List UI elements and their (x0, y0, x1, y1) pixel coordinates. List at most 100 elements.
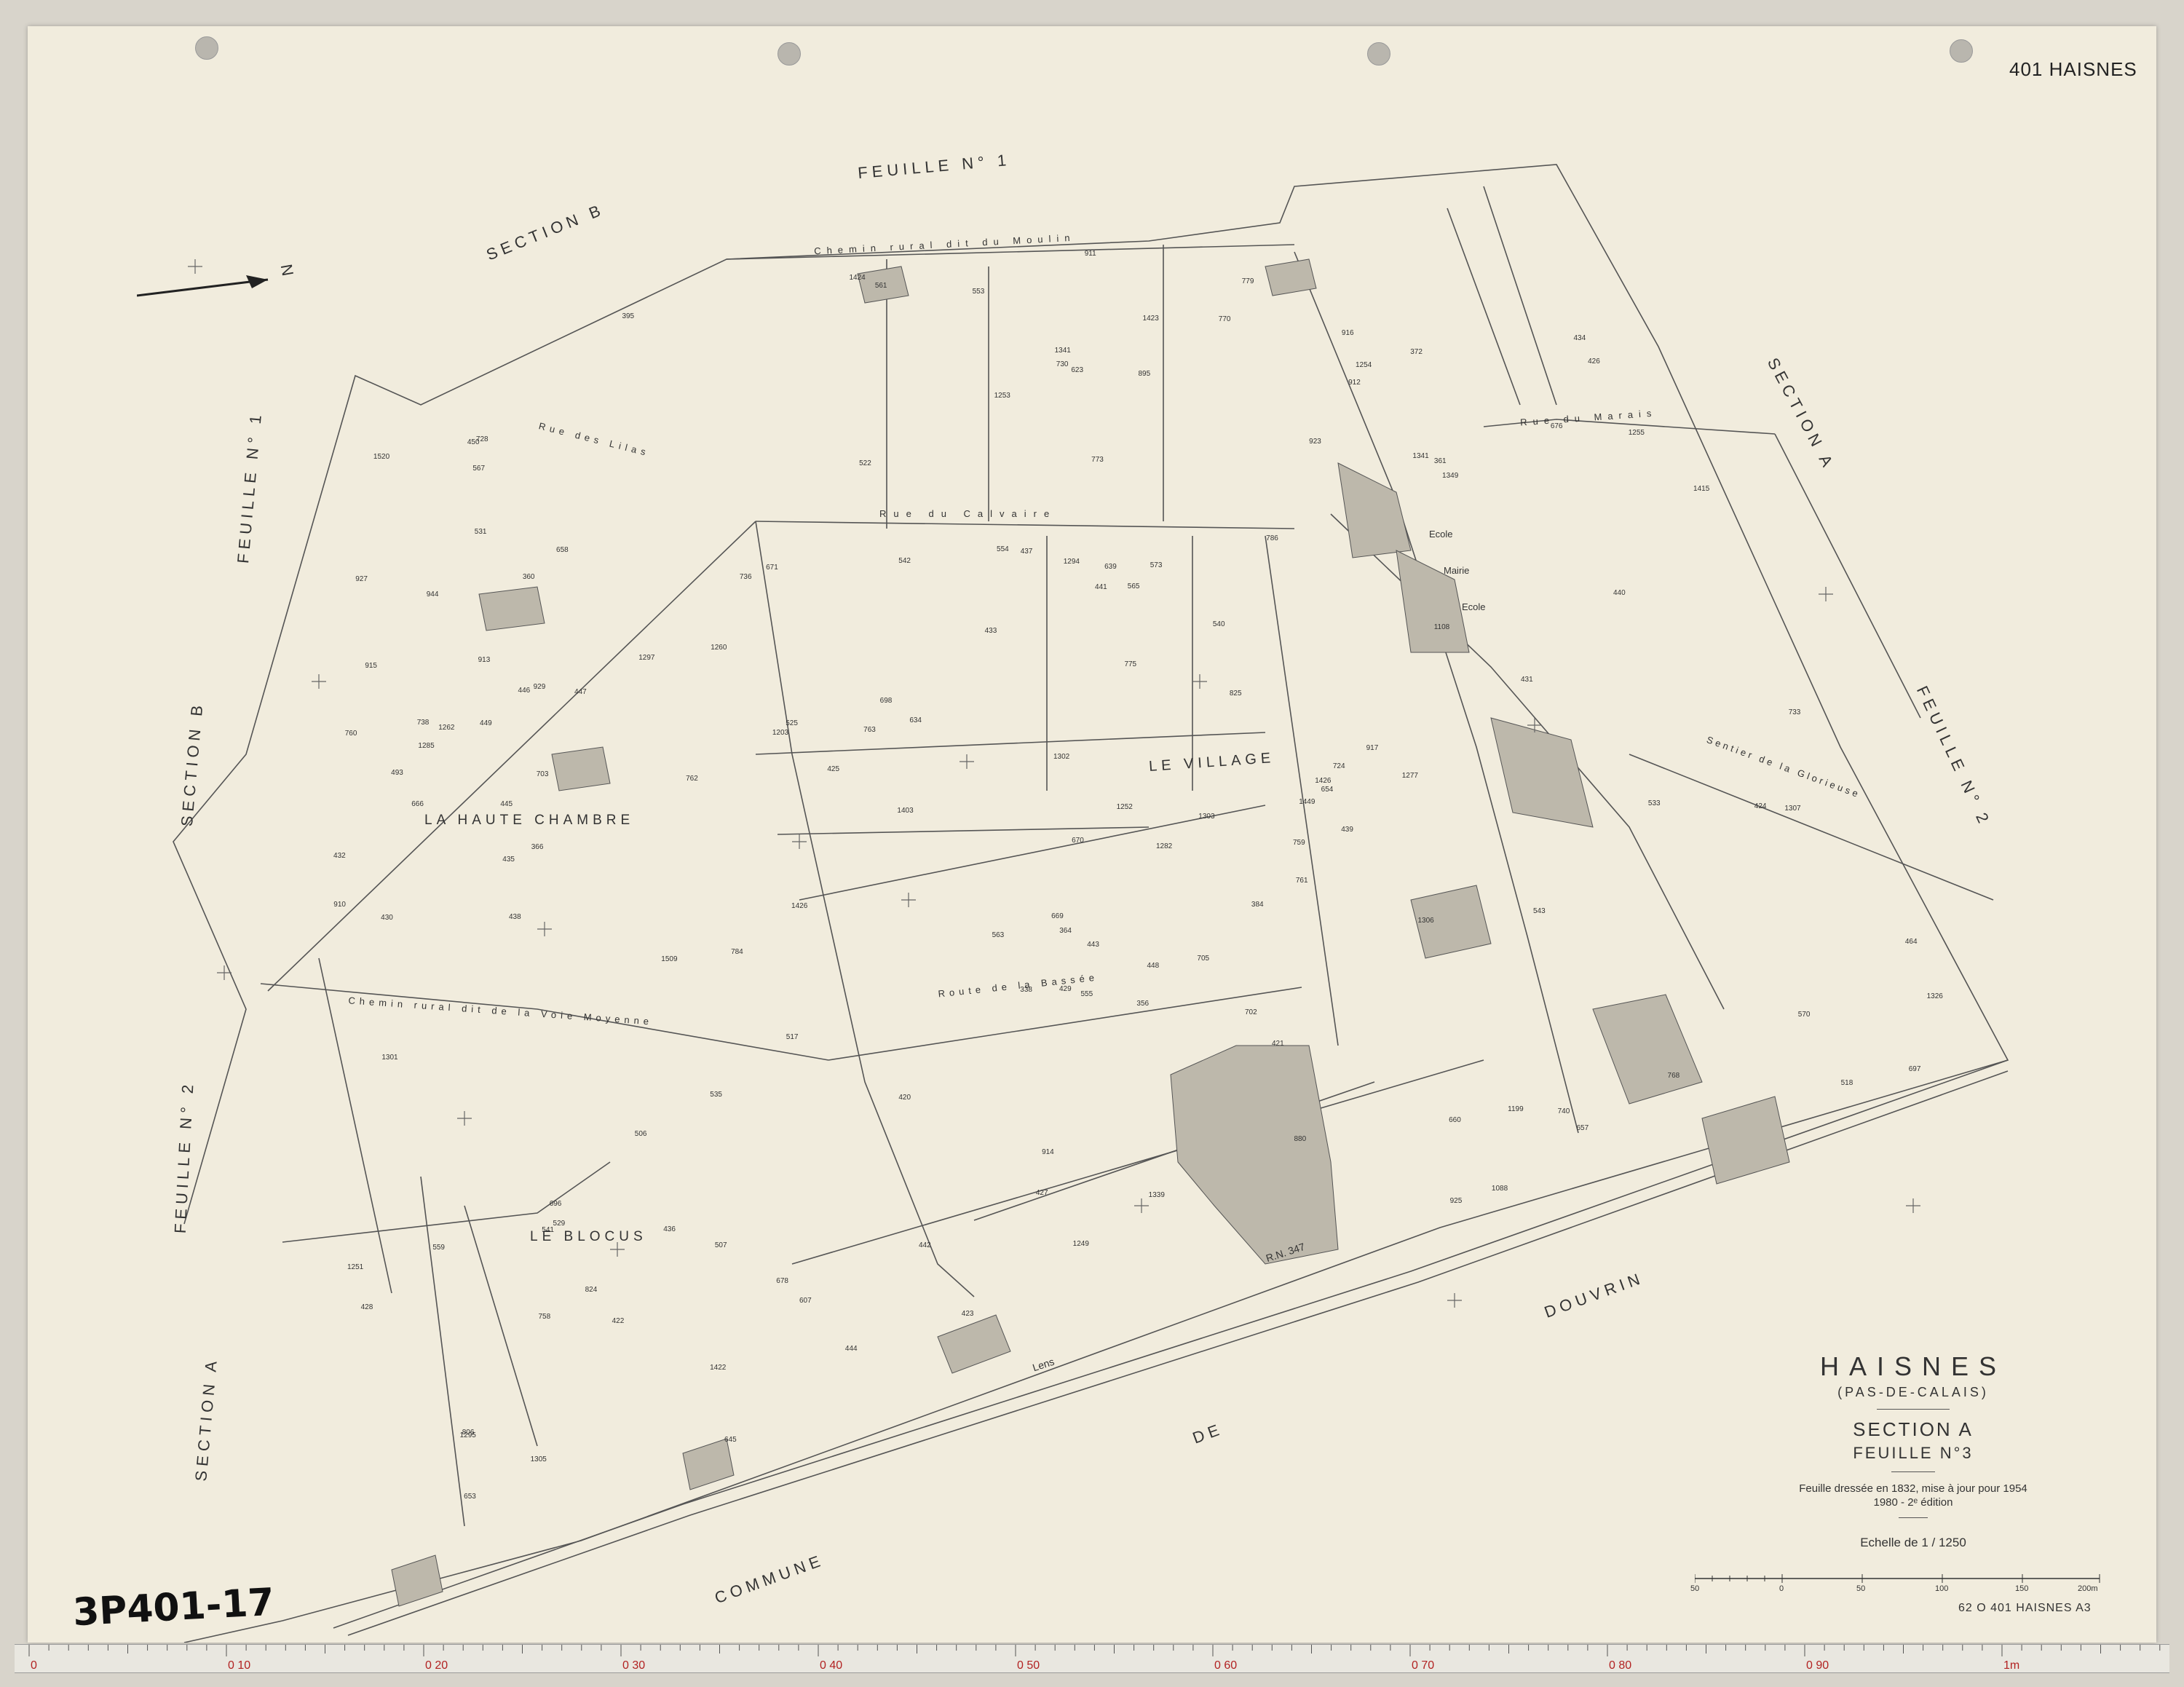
parcel-number: 1254 (1356, 360, 1372, 369)
commune-title: HAISNES (1819, 1351, 2007, 1381)
parcel-number: 911 (1084, 249, 1096, 258)
parcel-number: 944 (426, 590, 439, 599)
ruler-label: 0 60 (1214, 1659, 1237, 1672)
building-block (1337, 462, 1412, 558)
parcel-number: 927 (355, 574, 368, 583)
parcel-number: 670 (1072, 836, 1084, 845)
place-la-haute-chambre: LA HAUTE CHAMBRE (424, 813, 635, 828)
ruler-label: 1m (2003, 1659, 2019, 1672)
parcel-number: 433 (984, 627, 997, 636)
parcel-number: 356 (1136, 1000, 1150, 1008)
parcel-number: 1282 (1156, 842, 1173, 851)
scale-tick: 200m (2078, 1584, 2098, 1593)
parcel-number: 669 (1051, 912, 1064, 921)
parcel-number: 427 (1035, 1188, 1048, 1197)
parcel-number: 563 (992, 931, 1005, 940)
parcel-number: 660 (1449, 1115, 1461, 1124)
parcel-number: 915 (365, 662, 377, 671)
parcel-number: 364 (1059, 926, 1072, 935)
edition-note: Feuille dressée en 1832, mise à jour pou… (1799, 1482, 2027, 1495)
parcel-number: 1509 (661, 955, 678, 964)
parcel-number: 561 (874, 281, 887, 290)
ruler-label: 0 20 (425, 1659, 448, 1672)
parcel-number: 736 (739, 572, 752, 581)
parcel-number: 559 (432, 1243, 445, 1252)
sheet-id: 401 HAISNES (2009, 58, 2137, 80)
parcel-number: 360 (522, 573, 535, 582)
parcel-number: 762 (686, 775, 698, 783)
ruler-label: 0 70 (1412, 1659, 1434, 1672)
parcel-number: 435 (502, 855, 515, 864)
building-block (1701, 1096, 1790, 1185)
parcel-number: 518 (1840, 1078, 1853, 1087)
parcel-number: 1423 (1142, 315, 1159, 323)
parcel-number: 770 (1218, 315, 1231, 324)
ruler-label: 0 80 (1609, 1659, 1631, 1672)
parcel-number: 423 (961, 1309, 974, 1318)
parcel-number: 554 (997, 545, 1009, 553)
parcel-number: 779 (1241, 277, 1254, 285)
parcel-number: 645 (724, 1435, 737, 1444)
parcel-number: 443 (1087, 940, 1099, 949)
parcel-number: 1520 (373, 452, 390, 461)
parcel-number: 425 (827, 765, 840, 773)
road-label: Rue du Calvaire (879, 508, 1057, 519)
building-block (1592, 994, 1703, 1105)
parcel-number: 916 (1341, 329, 1354, 338)
parcel-number: 384 (1251, 901, 1264, 909)
parcel-number: 361 (1433, 457, 1447, 466)
parcel-number: 573 (1150, 561, 1163, 569)
parcel-number: 1305 (530, 1455, 547, 1464)
parcel-number: 913 (478, 655, 491, 664)
parcel-number: 730 (1056, 360, 1069, 369)
building-block (551, 746, 611, 791)
parcel-number: 533 (1647, 799, 1661, 808)
parcel-number: 1260 (711, 643, 727, 652)
parcel-number: 786 (1266, 534, 1278, 543)
parcel-number: 440 (1613, 588, 1626, 597)
parcel-number: 442 (918, 1241, 931, 1249)
parcel-number: 1403 (897, 806, 914, 815)
parcel-number: 447 (574, 687, 587, 696)
parcel-number: 507 (714, 1241, 727, 1249)
building-block (1490, 717, 1594, 828)
sheet-label: FEUILLE N°3 (1853, 1444, 1974, 1462)
building-block (937, 1314, 1011, 1374)
divider (1899, 1517, 1928, 1518)
parcel-number: 912 (1348, 378, 1361, 387)
parcel-number: 448 (1147, 962, 1160, 971)
parcel-number: 1253 (994, 391, 1010, 400)
parcel-number: 740 (1557, 1107, 1570, 1115)
parcel-number: 698 (879, 696, 893, 705)
parcel-number: 1302 (1053, 752, 1070, 761)
parcel-number: 444 (844, 1345, 858, 1354)
punch-hole (778, 42, 801, 66)
ruler-label: 0 90 (1806, 1659, 1829, 1672)
parcel-number: 529 (553, 1220, 566, 1228)
parcel-number: 1277 (1401, 772, 1418, 781)
ruler-label: 0 30 (622, 1659, 645, 1672)
parcel-number: 439 (1341, 826, 1353, 834)
parcel-number: 1426 (791, 902, 808, 911)
scale-tick: 50 (1690, 1584, 1700, 1593)
parcel-number: 366 (531, 842, 544, 851)
parcel-number: 759 (1292, 839, 1305, 848)
parcel-number: 1326 (1926, 992, 1943, 1000)
parcel-number: 1255 (1628, 428, 1645, 437)
building-label: Mairie (1444, 565, 1470, 576)
parcel-number: 676 (1550, 422, 1563, 430)
parcel-number: 1088 (1491, 1184, 1508, 1193)
scale-tick: 50 (1856, 1584, 1866, 1593)
ruler-label: 0 40 (820, 1659, 842, 1672)
parcel-number: 607 (799, 1297, 812, 1305)
parcel-number: 450 (467, 438, 480, 447)
parcel-number: 825 (1229, 690, 1242, 698)
parcel-number: 1199 (1508, 1105, 1524, 1114)
parcel-number: 422 (612, 1316, 625, 1325)
parcel-number: 570 (1797, 1010, 1811, 1019)
parcel-number: 1341 (1054, 346, 1071, 355)
parcel-number: 768 (1667, 1072, 1680, 1080)
parcel-number: 634 (909, 716, 922, 724)
parcel-number: 1301 (381, 1053, 398, 1062)
parcel-number: 420 (898, 1094, 911, 1102)
